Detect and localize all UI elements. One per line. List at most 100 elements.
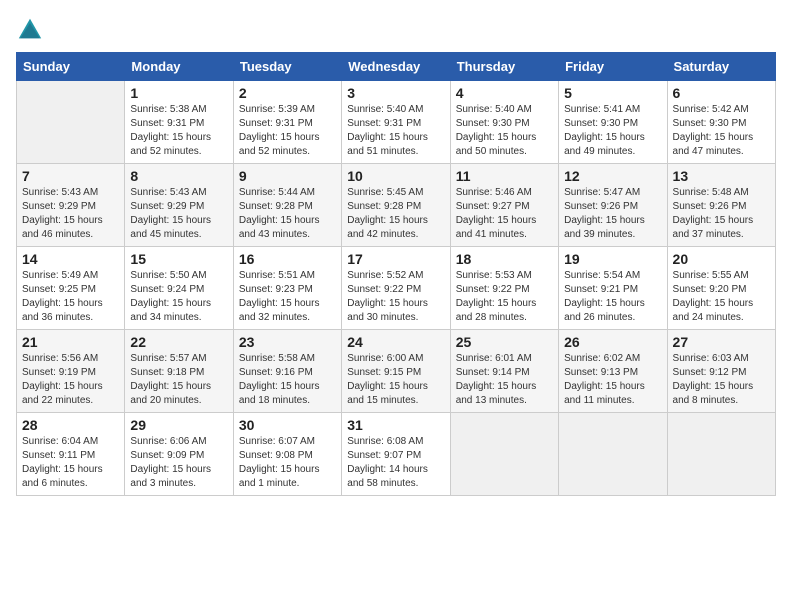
calendar-cell: 29 Sunrise: 6:06 AM Sunset: 9:09 PM Dayli…: [125, 413, 233, 496]
calendar-cell: 8 Sunrise: 5:43 AM Sunset: 9:29 PM Daylig…: [125, 164, 233, 247]
day-number: 12: [564, 168, 661, 184]
calendar-cell: 25 Sunrise: 6:01 AM Sunset: 9:14 PM Dayli…: [450, 330, 558, 413]
calendar-cell: 18 Sunrise: 5:53 AM Sunset: 9:22 PM Dayli…: [450, 247, 558, 330]
header-row: SundayMondayTuesdayWednesdayThursdayFrid…: [17, 53, 776, 81]
header-cell-wednesday: Wednesday: [342, 53, 450, 81]
day-number: 8: [130, 168, 227, 184]
day-info: Sunrise: 5:51 AM Sunset: 9:23 PM Dayligh…: [239, 269, 336, 325]
calendar-cell: 30 Sunrise: 6:07 AM Sunset: 9:08 PM Dayli…: [233, 413, 341, 496]
day-info: Sunrise: 5:44 AM Sunset: 9:28 PM Dayligh…: [239, 186, 336, 242]
day-number: 22: [130, 334, 227, 350]
header-cell-sunday: Sunday: [17, 53, 125, 81]
day-number: 4: [456, 85, 553, 101]
day-number: 30: [239, 417, 336, 433]
day-number: 19: [564, 251, 661, 267]
day-info: Sunrise: 5:56 AM Sunset: 9:19 PM Dayligh…: [22, 352, 119, 408]
calendar-cell: 21 Sunrise: 5:56 AM Sunset: 9:19 PM Dayli…: [17, 330, 125, 413]
calendar-cell: 26Sunrise: 6:02 AM Sunset: 9:13 PM Dayli…: [559, 330, 667, 413]
calendar-cell: 20Sunrise: 5:55 AM Sunset: 9:20 PM Dayli…: [667, 247, 775, 330]
day-number: 27: [673, 334, 770, 350]
day-info: Sunrise: 6:02 AM Sunset: 9:13 PM Dayligh…: [564, 352, 661, 408]
day-info: Sunrise: 5:45 AM Sunset: 9:28 PM Dayligh…: [347, 186, 444, 242]
day-info: Sunrise: 5:53 AM Sunset: 9:22 PM Dayligh…: [456, 269, 553, 325]
day-number: 10: [347, 168, 444, 184]
calendar-cell: 22 Sunrise: 5:57 AM Sunset: 9:18 PM Dayli…: [125, 330, 233, 413]
day-info: Sunrise: 5:39 AM Sunset: 9:31 PM Dayligh…: [239, 103, 336, 159]
day-number: 31: [347, 417, 444, 433]
day-info: Sunrise: 5:49 AM Sunset: 9:25 PM Dayligh…: [22, 269, 119, 325]
day-info: Sunrise: 6:04 AM Sunset: 9:11 PM Dayligh…: [22, 435, 119, 491]
calendar-cell: 9 Sunrise: 5:44 AM Sunset: 9:28 PM Daylig…: [233, 164, 341, 247]
calendar-cell: 13Sunrise: 5:48 AM Sunset: 9:26 PM Dayli…: [667, 164, 775, 247]
page-header: [16, 16, 776, 44]
day-number: 24: [347, 334, 444, 350]
calendar-week-row: 1Sunrise: 5:38 AM Sunset: 9:31 PM Daylig…: [17, 81, 776, 164]
day-info: Sunrise: 5:54 AM Sunset: 9:21 PM Dayligh…: [564, 269, 661, 325]
header-cell-thursday: Thursday: [450, 53, 558, 81]
day-info: Sunrise: 5:58 AM Sunset: 9:16 PM Dayligh…: [239, 352, 336, 408]
day-number: 28: [22, 417, 119, 433]
calendar-cell: [559, 413, 667, 496]
calendar-cell: 31 Sunrise: 6:08 AM Sunset: 9:07 PM Dayli…: [342, 413, 450, 496]
header-cell-monday: Monday: [125, 53, 233, 81]
calendar-cell: 1Sunrise: 5:38 AM Sunset: 9:31 PM Daylig…: [125, 81, 233, 164]
day-info: Sunrise: 6:03 AM Sunset: 9:12 PM Dayligh…: [673, 352, 770, 408]
day-number: 21: [22, 334, 119, 350]
day-number: 9: [239, 168, 336, 184]
day-info: Sunrise: 5:57 AM Sunset: 9:18 PM Dayligh…: [130, 352, 227, 408]
day-number: 6: [673, 85, 770, 101]
logo: [16, 16, 48, 44]
day-info: Sunrise: 6:01 AM Sunset: 9:14 PM Dayligh…: [456, 352, 553, 408]
day-info: Sunrise: 5:50 AM Sunset: 9:24 PM Dayligh…: [130, 269, 227, 325]
calendar-week-row: 28 Sunrise: 6:04 AM Sunset: 9:11 PM Dayli…: [17, 413, 776, 496]
calendar-cell: 12Sunrise: 5:47 AM Sunset: 9:26 PM Dayli…: [559, 164, 667, 247]
calendar-cell: 7Sunrise: 5:43 AM Sunset: 9:29 PM Daylig…: [17, 164, 125, 247]
day-number: 17: [347, 251, 444, 267]
calendar-cell: [450, 413, 558, 496]
calendar-cell: 27 Sunrise: 6:03 AM Sunset: 9:12 PM Dayli…: [667, 330, 775, 413]
day-number: 5: [564, 85, 661, 101]
calendar-header: SundayMondayTuesdayWednesdayThursdayFrid…: [17, 53, 776, 81]
day-info: Sunrise: 5:52 AM Sunset: 9:22 PM Dayligh…: [347, 269, 444, 325]
day-number: 16: [239, 251, 336, 267]
calendar-cell: 24 Sunrise: 6:00 AM Sunset: 9:15 PM Dayli…: [342, 330, 450, 413]
day-number: 2: [239, 85, 336, 101]
day-number: 15: [130, 251, 227, 267]
day-info: Sunrise: 6:07 AM Sunset: 9:08 PM Dayligh…: [239, 435, 336, 491]
calendar-cell: 17 Sunrise: 5:52 AM Sunset: 9:22 PM Dayli…: [342, 247, 450, 330]
calendar-week-row: 21 Sunrise: 5:56 AM Sunset: 9:19 PM Dayli…: [17, 330, 776, 413]
day-number: 23: [239, 334, 336, 350]
calendar-cell: 2 Sunrise: 5:39 AM Sunset: 9:31 PM Daylig…: [233, 81, 341, 164]
day-number: 18: [456, 251, 553, 267]
day-info: Sunrise: 5:43 AM Sunset: 9:29 PM Dayligh…: [130, 186, 227, 242]
day-info: Sunrise: 6:06 AM Sunset: 9:09 PM Dayligh…: [130, 435, 227, 491]
day-number: 11: [456, 168, 553, 184]
day-number: 29: [130, 417, 227, 433]
calendar-cell: 14 Sunrise: 5:49 AM Sunset: 9:25 PM Dayli…: [17, 247, 125, 330]
calendar-table: SundayMondayTuesdayWednesdayThursdayFrid…: [16, 52, 776, 496]
header-cell-friday: Friday: [559, 53, 667, 81]
day-info: Sunrise: 5:41 AM Sunset: 9:30 PM Dayligh…: [564, 103, 661, 159]
header-cell-saturday: Saturday: [667, 53, 775, 81]
calendar-cell: 10 Sunrise: 5:45 AM Sunset: 9:28 PM Dayli…: [342, 164, 450, 247]
calendar-week-row: 7 Sunrise: 5:43 AM Sunset: 9:29 PM Daylig…: [17, 164, 776, 247]
calendar-cell: 23 Sunrise: 5:58 AM Sunset: 9:16 PM Dayli…: [233, 330, 341, 413]
day-number: 14: [22, 251, 119, 267]
day-number: 7: [22, 168, 119, 184]
calendar-cell: 19 Sunrise: 5:54 AM Sunset: 9:21 PM Dayli…: [559, 247, 667, 330]
day-info: Sunrise: 5:40 AM Sunset: 9:31 PM Dayligh…: [347, 103, 444, 159]
calendar-cell: 28 Sunrise: 6:04 AM Sunset: 9:11 PM Dayli…: [17, 413, 125, 496]
day-info: Sunrise: 5:40 AM Sunset: 9:30 PM Dayligh…: [456, 103, 553, 159]
day-number: 20: [673, 251, 770, 267]
logo-icon: [16, 16, 44, 44]
day-info: Sunrise: 6:08 AM Sunset: 9:07 PM Dayligh…: [347, 435, 444, 491]
calendar-cell: [667, 413, 775, 496]
calendar-week-row: 14 Sunrise: 5:49 AM Sunset: 9:25 PM Dayli…: [17, 247, 776, 330]
calendar-cell: 15 Sunrise: 5:50 AM Sunset: 9:24 PM Dayli…: [125, 247, 233, 330]
calendar-cell: 5 Sunrise: 5:41 AM Sunset: 9:30 PM Daylig…: [559, 81, 667, 164]
calendar-cell: 3 Sunrise: 5:40 AM Sunset: 9:31 PM Daylig…: [342, 81, 450, 164]
day-number: 25: [456, 334, 553, 350]
calendar-body: 1Sunrise: 5:38 AM Sunset: 9:31 PM Daylig…: [17, 81, 776, 496]
day-info: Sunrise: 6:00 AM Sunset: 9:15 PM Dayligh…: [347, 352, 444, 408]
day-number: 3: [347, 85, 444, 101]
